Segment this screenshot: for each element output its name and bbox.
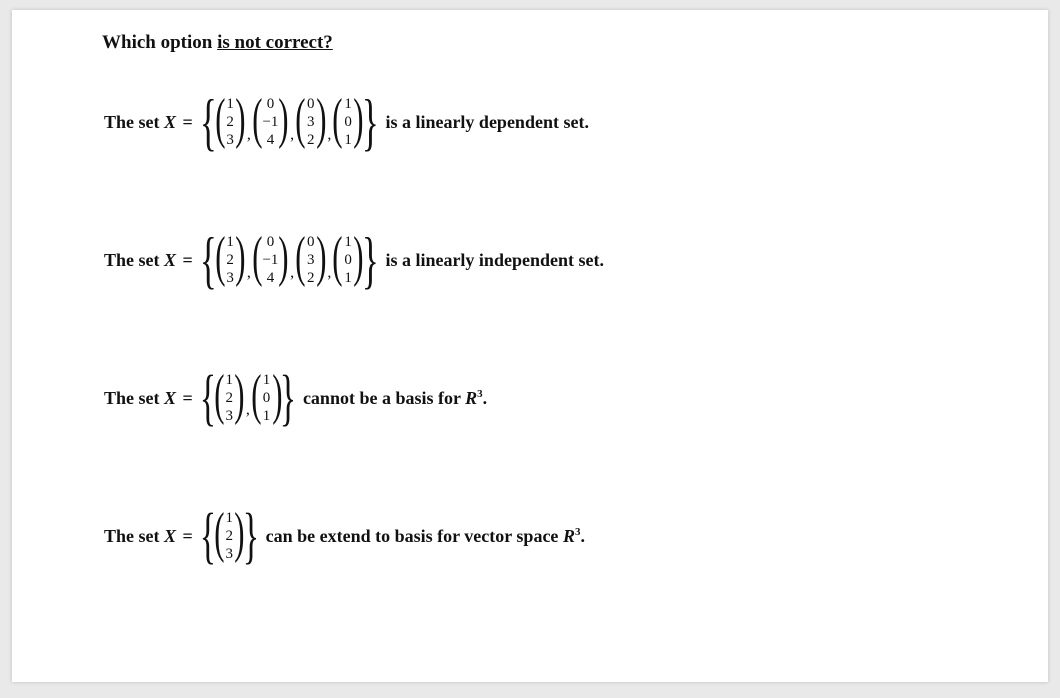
option-suffix: is a linearly independent set. <box>377 250 604 271</box>
vector-set: { ( 1 2 3 ) , ( 1 0 1 ) } <box>201 369 295 427</box>
option-prefix: The set X = <box>104 526 201 547</box>
vector-set: { ( 1 2 3 ) , ( 0 −1 4 ) , <box>201 92 378 152</box>
right-paren-icon: ) <box>235 93 245 151</box>
vector-4: ( 1 0 1 ) <box>334 231 361 289</box>
vector-4: ( 1 0 1 ) <box>334 93 361 151</box>
option-suffix: can be extend to basis for vector space … <box>258 526 585 547</box>
vector-set: { ( 1 2 3 ) , ( 0 −1 4 ) , <box>201 230 378 290</box>
vector-1: ( 1 2 3 ) <box>217 93 244 151</box>
vector-3: ( 0 3 2 ) <box>297 231 324 289</box>
vector-1: ( 1 2 3 ) <box>216 507 243 565</box>
option-2[interactable]: The set X = { ( 1 2 3 ) , ( 0 −1 4 <box>104 220 1048 300</box>
option-3[interactable]: The set X = { ( 1 2 3 ) , ( 1 0 1 <box>104 358 1048 438</box>
question-lead: Which option <box>102 32 217 53</box>
vector-1: ( 1 2 3 ) <box>216 369 243 427</box>
vector-1: ( 1 2 3 ) <box>217 231 244 289</box>
vector-2: ( 0 −1 4 ) <box>254 93 287 151</box>
option-prefix: The set X = <box>104 388 201 409</box>
vector-2: ( 1 0 1 ) <box>253 369 280 427</box>
option-1[interactable]: The set X = { ( 1 2 3 ) , ( 0 −1 4 <box>104 82 1048 162</box>
question-text: Which option is not correct? <box>102 32 1048 54</box>
option-prefix: The set X = <box>104 112 201 133</box>
option-suffix: cannot be a basis for R3. <box>295 388 487 409</box>
vector-set: { ( 1 2 3 ) } <box>201 507 258 565</box>
question-underlined: is not correct? <box>217 32 333 53</box>
page: Which option is not correct? The set X =… <box>12 10 1048 682</box>
option-suffix: is a linearly dependent set. <box>377 112 589 133</box>
right-brace-icon: } <box>362 92 379 152</box>
left-paren-icon: ( <box>215 93 225 151</box>
vector-2: ( 0 −1 4 ) <box>254 231 287 289</box>
vector-3: ( 0 3 2 ) <box>297 93 324 151</box>
option-prefix: The set X = <box>104 250 201 271</box>
option-4[interactable]: The set X = { ( 1 2 3 ) } can be extend … <box>104 496 1048 576</box>
left-brace-icon: { <box>200 92 217 152</box>
